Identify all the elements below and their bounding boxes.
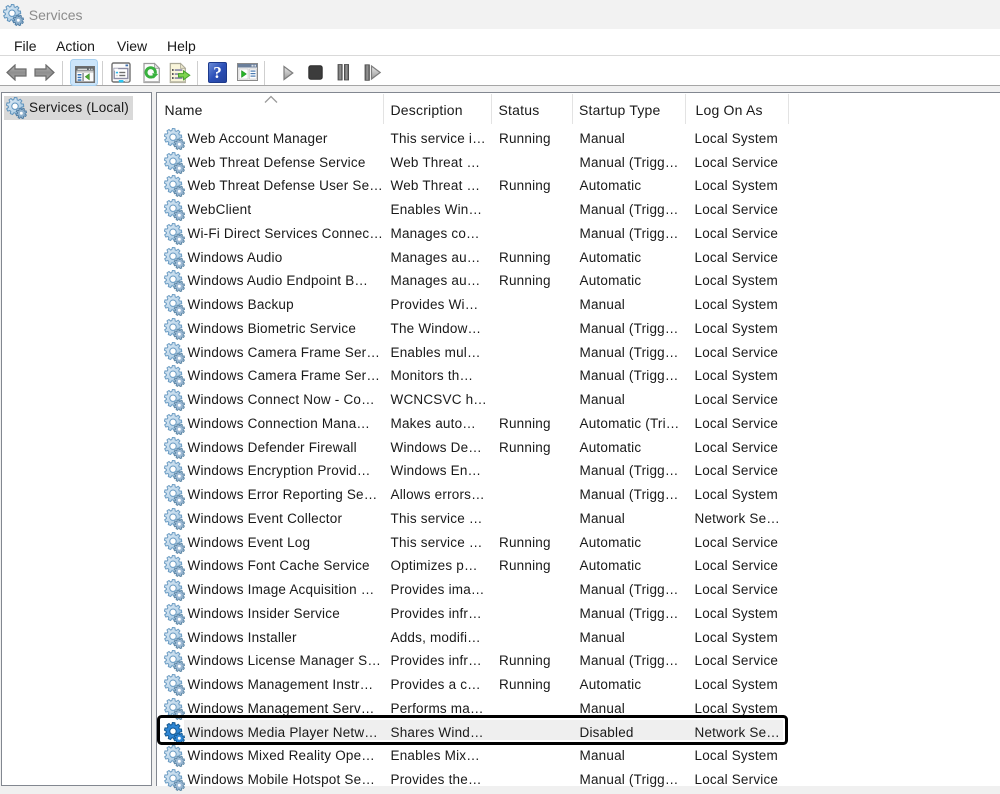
- svg-text:?: ?: [213, 63, 222, 82]
